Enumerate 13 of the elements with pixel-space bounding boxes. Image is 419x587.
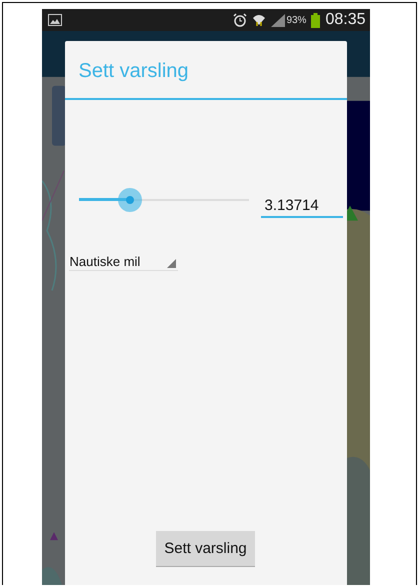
alarm-clock-icon <box>233 13 248 27</box>
set-alert-button[interactable]: Sett varsling <box>156 531 255 567</box>
wifi-icon <box>252 13 266 27</box>
distance-slider[interactable] <box>78 188 248 212</box>
signal-icon <box>271 14 286 26</box>
picture-icon <box>48 14 62 26</box>
clock-time: 08:35 <box>325 11 366 29</box>
dropdown-corner-icon <box>166 259 176 268</box>
distance-input[interactable]: 3.13714 <box>260 194 342 218</box>
dialog-title: Sett varsling <box>64 41 346 100</box>
unit-dropdown[interactable]: Nautiske mil <box>68 252 178 271</box>
battery-icon <box>311 12 320 28</box>
battery-percent: 93% <box>286 14 306 26</box>
